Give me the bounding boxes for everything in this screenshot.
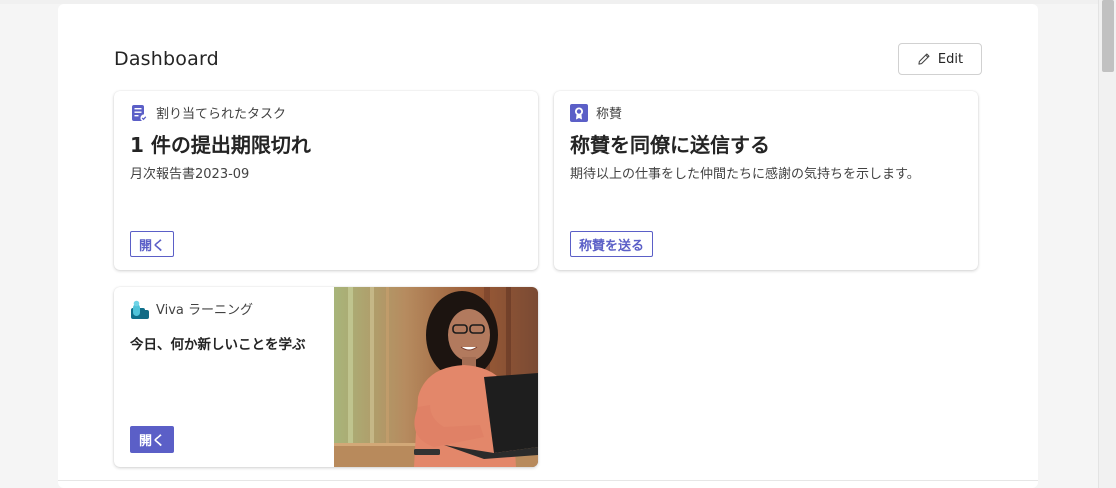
viva-learning-icon xyxy=(130,300,149,319)
praise-card[interactable]: 称賛 称賛を同僚に送信する 期待以上の仕事をした仲間たちに感謝の気持ちを示します… xyxy=(554,91,978,270)
task-list-icon xyxy=(130,104,148,122)
open-tasks-button[interactable]: 開く xyxy=(130,231,175,257)
woman-with-laptop-photo xyxy=(334,287,538,467)
viva-learning-card[interactable]: Viva ラーニング 今日、何か新しいことを学ぶ 開く xyxy=(114,287,538,467)
page-title: Dashboard xyxy=(114,48,219,70)
tasks-title: 1 件の提出期限切れ xyxy=(130,133,311,157)
pencil-icon xyxy=(918,53,930,65)
viva-card-header: Viva ラーニング xyxy=(130,299,254,319)
send-praise-button[interactable]: 称賛を送る xyxy=(570,231,654,257)
scrollbar-thumb[interactable] xyxy=(1102,0,1114,72)
open-learning-button[interactable]: 開く xyxy=(130,426,175,453)
tasks-card-header: 割り当てられたタスク xyxy=(130,103,286,122)
tasks-subtitle: 月次報告書2023-09 xyxy=(130,167,250,182)
tasks-card[interactable]: 割り当てられたタスク 1 件の提出期限切れ 月次報告書2023-09 開く xyxy=(114,91,538,270)
praise-title: 称賛を同僚に送信する xyxy=(570,133,770,157)
viva-subtitle: 今日、何か新しいことを学ぶ xyxy=(130,337,306,353)
praise-app-name: 称賛 xyxy=(596,107,623,122)
tasks-app-name: 割り当てられたタスク xyxy=(156,107,287,122)
viva-app-name: Viva ラーニング xyxy=(156,303,254,318)
panel-divider xyxy=(58,480,1038,481)
praise-subtitle: 期待以上の仕事をした仲間たちに感謝の気持ちを示します。 xyxy=(570,167,920,182)
praise-badge-icon xyxy=(570,103,588,122)
vertical-scrollbar[interactable] xyxy=(1098,0,1116,488)
edit-button[interactable]: Edit xyxy=(898,43,982,75)
praise-card-header: 称賛 xyxy=(570,103,622,122)
edit-label: Edit xyxy=(937,51,964,67)
